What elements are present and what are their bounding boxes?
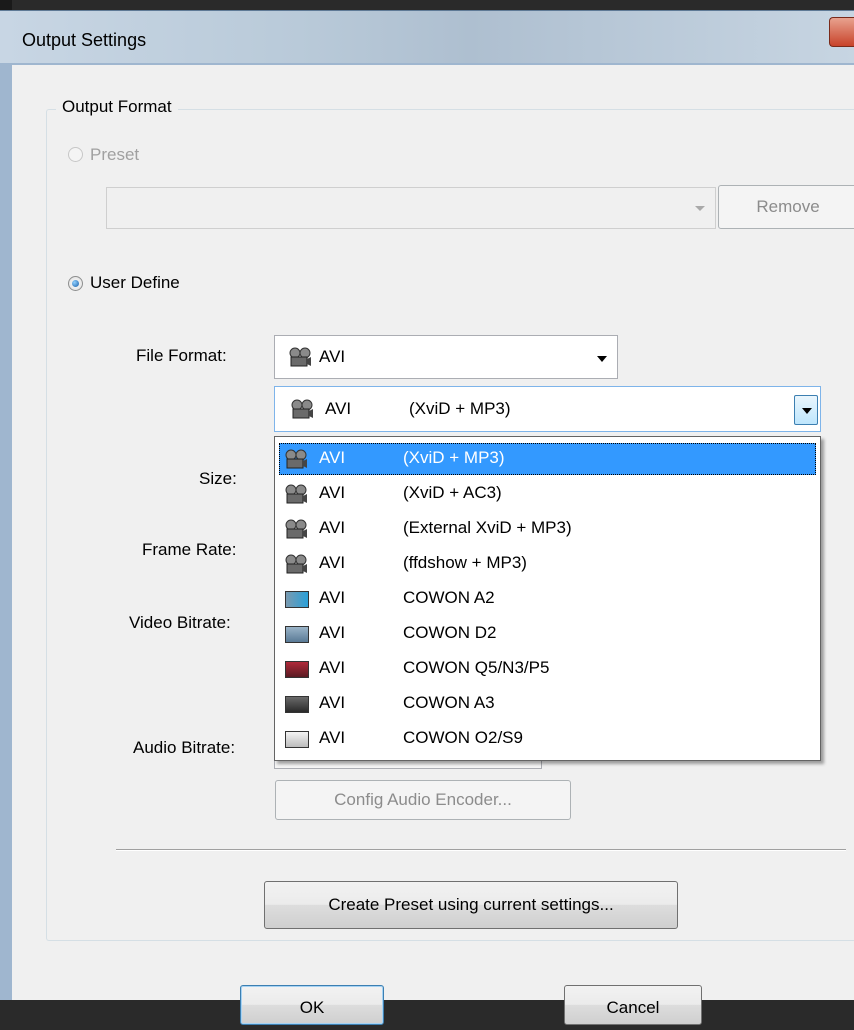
output-settings-dialog: Output Settings Output Format Preset Rem… [0, 10, 854, 1025]
codec-option[interactable]: AVI (XviD + MP3) [279, 443, 816, 475]
codec-option[interactable]: AVI (ffdshow + MP3) [279, 548, 816, 580]
film-reel-icon [289, 347, 311, 367]
separator [116, 849, 846, 851]
codec-option-codec: (XviD + MP3) [403, 448, 505, 467]
codec-combo-codec: (XviD + MP3) [409, 399, 511, 418]
codec-option[interactable]: AVI (External XviD + MP3) [279, 513, 816, 545]
codec-option-format: AVI [319, 553, 346, 572]
chevron-down-icon [597, 356, 607, 362]
codec-option[interactable]: AVI COWON O2/S9 [279, 723, 816, 755]
file-format-combo[interactable]: AVI [274, 335, 618, 379]
codec-option-format: AVI [319, 588, 346, 607]
ok-button[interactable]: OK [240, 985, 384, 1025]
codec-option-codec: (XviD + AC3) [403, 483, 502, 502]
size-label: Size: [199, 469, 237, 488]
codec-option-format: AVI [319, 623, 346, 642]
config-audio-encoder-button[interactable]: Config Audio Encoder... [275, 780, 571, 820]
codec-option[interactable]: AVI COWON D2 [279, 618, 816, 650]
codec-dropdown-button[interactable] [794, 395, 818, 425]
codec-combo-format: AVI [325, 399, 352, 418]
codec-dropdown-list: AVI (XviD + MP3) AVI (XviD + AC3) AVI (Extern… [274, 436, 821, 761]
codec-option-format: AVI [319, 728, 346, 747]
cowon-o2-device-icon [285, 731, 309, 748]
file-format-label: File Format: [136, 346, 227, 365]
film-reel-icon [285, 484, 307, 504]
remove-button[interactable]: Remove [718, 185, 854, 229]
codec-option-codec: COWON O2/S9 [403, 728, 523, 747]
codec-combo[interactable]: AVI (XviD + MP3) [274, 386, 821, 432]
user-define-radio[interactable] [68, 276, 83, 291]
film-reel-icon [285, 554, 307, 574]
output-format-group-label: Output Format [56, 97, 178, 117]
create-preset-button[interactable]: Create Preset using current settings... [264, 881, 678, 929]
codec-option[interactable]: AVI COWON A3 [279, 688, 816, 720]
codec-option-format: AVI [319, 658, 346, 677]
cowon-d2-device-icon [285, 626, 309, 643]
video-bitrate-label: Video Bitrate: [129, 613, 231, 632]
codec-option-codec: (ffdshow + MP3) [403, 553, 527, 572]
codec-option[interactable]: AVI (XviD + AC3) [279, 478, 816, 510]
window-title: Output Settings [22, 30, 147, 50]
codec-option-format: AVI [319, 483, 346, 502]
preset-label: Preset [90, 145, 140, 164]
frame-rate-label: Frame Rate: [142, 540, 237, 559]
film-reel-icon [285, 449, 307, 469]
close-button[interactable] [829, 17, 854, 47]
cowon-a3-device-icon [285, 696, 309, 713]
codec-option-format: AVI [319, 448, 346, 467]
codec-option-codec: (External XviD + MP3) [403, 518, 572, 537]
file-format-value: AVI [319, 347, 346, 366]
preset-radio[interactable] [68, 147, 83, 162]
audio-bitrate-combo[interactable] [274, 761, 542, 769]
chevron-down-icon [695, 206, 705, 211]
preset-combo[interactable] [106, 187, 716, 229]
film-reel-icon [285, 519, 307, 539]
codec-option-codec: COWON A3 [403, 693, 495, 712]
audio-bitrate-label: Audio Bitrate: [133, 738, 236, 757]
title-bar[interactable]: Output Settings [0, 11, 854, 63]
codec-option[interactable]: AVI COWON Q5/N3/P5 [279, 653, 816, 685]
codec-option-format: AVI [319, 693, 346, 712]
codec-option-codec: COWON A2 [403, 588, 495, 607]
codec-option-codec: COWON Q5/N3/P5 [403, 658, 550, 677]
codec-option[interactable]: AVI COWON A2 [279, 583, 816, 615]
codec-option-format: AVI [319, 518, 346, 537]
user-define-label: User Define [90, 273, 180, 292]
codec-option-codec: COWON D2 [403, 623, 497, 642]
cowon-q5-device-icon [285, 661, 309, 678]
cancel-button[interactable]: Cancel [564, 985, 702, 1025]
cowon-a2-device-icon [285, 591, 309, 608]
film-reel-icon [291, 399, 313, 419]
dialog-client-area: Output Format Preset Remove User Define … [12, 65, 854, 1025]
